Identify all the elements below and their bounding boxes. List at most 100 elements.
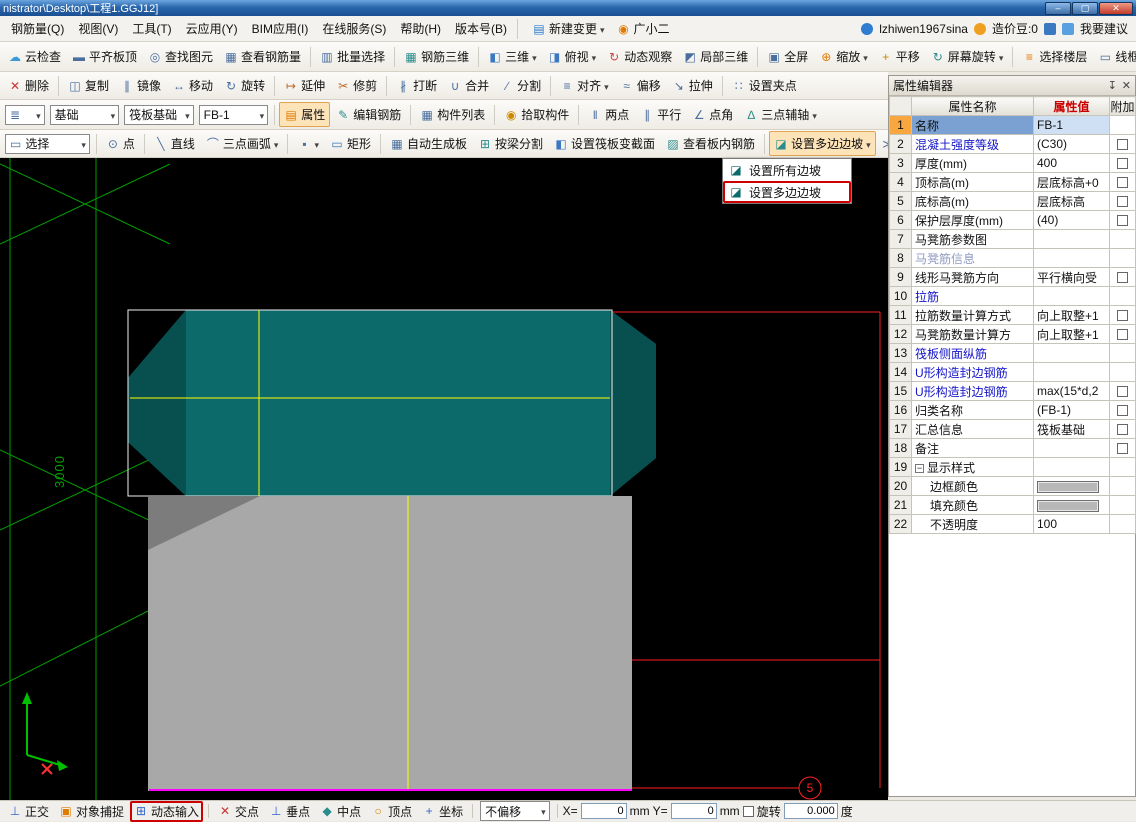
select-floor-button[interactable]: ≡ 选择楼层 xyxy=(1017,44,1092,69)
midpoint-snap-toggle[interactable]: ◆ 中点 xyxy=(316,801,365,822)
menu-view[interactable]: 视图(V) xyxy=(71,17,125,40)
property-value[interactable] xyxy=(1033,495,1110,515)
coordinate-snap-toggle[interactable]: + 坐标 xyxy=(418,801,467,822)
element-combo[interactable]: FB-1 xyxy=(198,104,269,125)
view-slab-rebar-button[interactable]: ▨ 查看板内钢筋 xyxy=(661,131,760,156)
select-combo[interactable]: ▭ 选择 xyxy=(5,133,90,154)
attach-checkbox[interactable] xyxy=(1117,405,1128,417)
x-coordinate-input[interactable] xyxy=(580,803,627,819)
shape-more-dropdown[interactable]: ▪ xyxy=(292,133,324,155)
gray-raft-slab[interactable] xyxy=(148,496,632,791)
move-button[interactable]: ↔ 移动 xyxy=(167,73,218,98)
property-value[interactable] xyxy=(1033,476,1110,496)
two-point-axis-button[interactable]: ‖ 两点 xyxy=(583,102,634,127)
color-swatch[interactable] xyxy=(1037,480,1099,493)
window-titlebar[interactable]: nistrator\Desktop\工程1.GGJ12] – ▢ ✕ xyxy=(0,0,1136,16)
attach-checkbox[interactable] xyxy=(1117,158,1128,170)
teal-slab-with-slopes[interactable] xyxy=(128,310,656,496)
properties-button[interactable]: ▤ 属性 xyxy=(279,102,331,127)
menu-help[interactable]: 帮助(H) xyxy=(393,17,448,40)
attach-checkbox[interactable] xyxy=(1117,443,1128,455)
split-by-beam-button[interactable]: ⊞ 按梁分割 xyxy=(473,131,548,156)
offset-combo[interactable]: 不偏移 xyxy=(480,801,550,821)
property-value[interactable]: max(15*d,2 xyxy=(1033,381,1110,401)
align-slab-top-button[interactable]: ▬ 平齐板顶 xyxy=(67,44,142,69)
menu-online-service[interactable]: 在线服务(S) xyxy=(315,17,393,40)
chevron-down-icon[interactable] xyxy=(81,137,86,151)
element-type-combo[interactable]: 筏板基础 xyxy=(124,104,194,125)
orbit-button[interactable]: ↻ 动态观察 xyxy=(602,44,677,69)
menu-bim-app[interactable]: BIM应用(I) xyxy=(245,17,316,40)
bell-icon[interactable] xyxy=(1043,22,1056,35)
object-snap-toggle[interactable]: ▣ 对象捕捉 xyxy=(55,801,128,822)
property-value[interactable]: (FB-1) xyxy=(1033,400,1110,420)
extend-button[interactable]: ↦ 延伸 xyxy=(279,73,330,98)
attach-checkbox[interactable] xyxy=(1117,329,1128,341)
screen-rotate-dropdown[interactable]: ↻ 屏幕旋转 xyxy=(926,44,1009,69)
attach-checkbox[interactable] xyxy=(1117,424,1128,436)
coin-balance[interactable]: 造价豆:0 xyxy=(992,20,1038,37)
set-all-edge-slopes-item[interactable]: ◪ 设置所有边坡 xyxy=(723,159,851,181)
break-button[interactable]: ∦ 打断 xyxy=(391,73,442,98)
chat-icon[interactable] xyxy=(1061,22,1074,35)
panel-close-icon[interactable] xyxy=(1122,79,1131,92)
wireframe-button[interactable]: ▭ 线框 xyxy=(1093,44,1136,69)
minimize-button[interactable]: – xyxy=(1045,1,1071,15)
intersection-snap-toggle[interactable]: ✕ 交点 xyxy=(214,801,263,822)
delete-button[interactable]: ✕ 删除 xyxy=(3,73,54,98)
property-value[interactable]: 100 xyxy=(1033,514,1110,534)
chevron-down-icon[interactable] xyxy=(260,108,265,122)
pick-component-button[interactable]: ◉ 拾取构件 xyxy=(499,102,574,127)
attach-checkbox[interactable] xyxy=(1117,272,1128,284)
property-value[interactable]: (40) xyxy=(1033,210,1110,230)
user-name[interactable]: lzhiwen1967sina xyxy=(879,22,968,36)
menu-cloud-app[interactable]: 云应用(Y) xyxy=(179,17,245,40)
set-grip-button[interactable]: ∷ 设置夹点 xyxy=(727,73,802,98)
three-point-aux-axis-dropdown[interactable]: ∆ 三点辅轴 xyxy=(739,102,822,127)
arc-3pt-dropdown[interactable]: ⌒ 三点画弧 xyxy=(201,131,284,156)
fullscreen-button[interactable]: ▣ 全屏 xyxy=(762,44,813,69)
rotate-angle-input[interactable] xyxy=(783,803,838,819)
edit-rebar-button[interactable]: ✎ 编辑钢筋 xyxy=(331,102,406,127)
pan-button[interactable]: + 平移 xyxy=(874,44,925,69)
category-combo[interactable]: 基础 xyxy=(49,104,120,125)
property-value[interactable] xyxy=(1033,362,1110,382)
point-button[interactable]: ⊙ 点 xyxy=(101,131,140,156)
collapse-icon[interactable] xyxy=(915,463,924,473)
menu-version[interactable]: 版本号(B) xyxy=(448,17,514,40)
view-rebar-quantity-button[interactable]: ▦ 查看钢筋量 xyxy=(219,44,306,69)
point-angle-axis-button[interactable]: ∠ 点角 xyxy=(687,102,738,127)
floor-combo[interactable]: ≣ xyxy=(5,104,45,125)
copy-button[interactable]: ◫ 复制 xyxy=(63,73,114,98)
cloud-check-button[interactable]: ☁ 云检查 xyxy=(3,44,66,69)
drawing-canvas[interactable]: 5 3000 xyxy=(0,158,888,800)
auto-generate-slab-button[interactable]: ▦ 自动生成板 xyxy=(385,131,472,156)
attach-checkbox[interactable] xyxy=(1117,386,1128,398)
menu-tools[interactable]: 工具(T) xyxy=(125,17,178,40)
y-coordinate-input[interactable] xyxy=(670,803,717,819)
ortho-toggle[interactable]: ⊥ 正交 xyxy=(4,801,53,822)
property-value[interactable] xyxy=(1033,248,1110,268)
offset-button[interactable]: ≈ 偏移 xyxy=(615,73,666,98)
property-value[interactable]: FB-1 xyxy=(1033,115,1110,135)
drawing-area[interactable]: 5 3000 xyxy=(0,158,888,800)
color-swatch[interactable] xyxy=(1037,499,1099,512)
maximize-button[interactable]: ▢ xyxy=(1072,1,1098,15)
join-button[interactable]: ∪ 合并 xyxy=(443,73,494,98)
new-change-order-button[interactable]: ▤ 新建变更 xyxy=(527,16,610,41)
chevron-down-icon[interactable] xyxy=(36,108,41,122)
split-button[interactable]: ∕ 分割 xyxy=(495,73,546,98)
attach-checkbox[interactable] xyxy=(1117,215,1128,227)
property-value[interactable]: 层底标高 xyxy=(1033,191,1110,211)
chevron-down-icon[interactable] xyxy=(185,108,190,122)
perpendicular-snap-toggle[interactable]: ⊥ 垂点 xyxy=(265,801,314,822)
close-button[interactable]: ✕ xyxy=(1099,1,1133,15)
line-button[interactable]: ╲ 直线 xyxy=(149,131,200,156)
parallel-axis-button[interactable]: ∥ 平行 xyxy=(635,102,686,127)
panel-titlebar[interactable]: 属性编辑器 xyxy=(889,76,1135,96)
property-value[interactable] xyxy=(1033,438,1110,458)
vertex-snap-toggle[interactable]: ○ 顶点 xyxy=(367,801,416,822)
property-value[interactable] xyxy=(1033,343,1110,363)
property-value[interactable] xyxy=(1033,229,1110,249)
attach-checkbox[interactable] xyxy=(1117,177,1128,189)
